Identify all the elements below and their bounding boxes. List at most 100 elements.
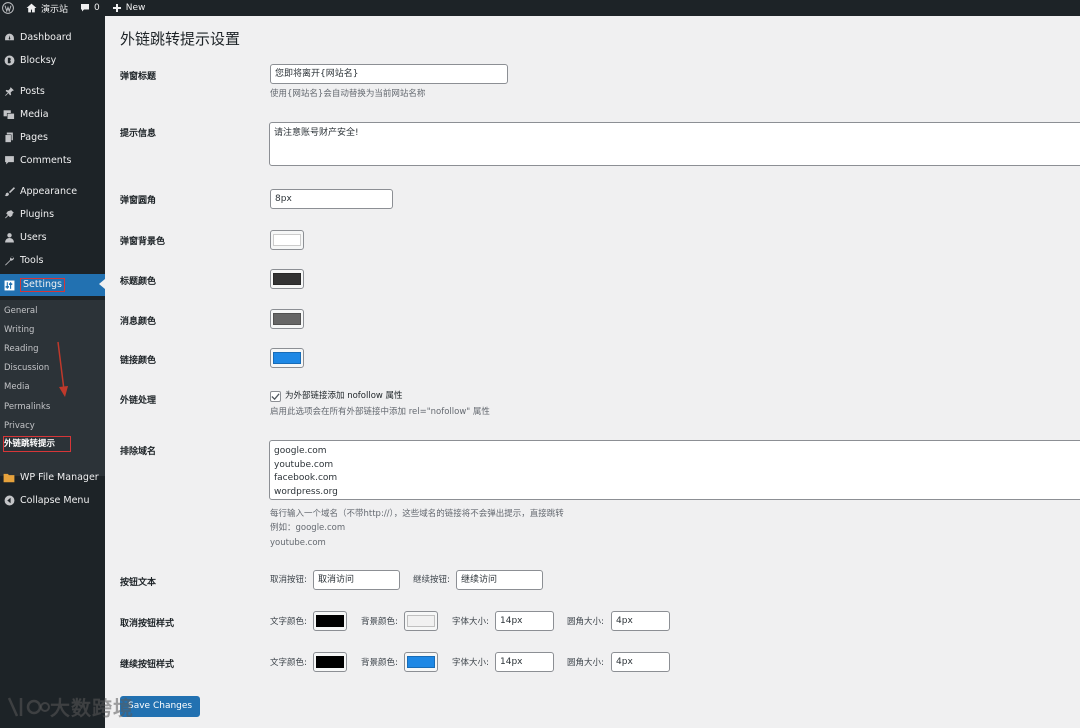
sidebar-item-settings[interactable]: Settings — [0, 274, 105, 296]
cancel-bg-color-label: 背景颜色: — [361, 617, 398, 627]
message-label: 提示信息 — [120, 129, 157, 139]
submenu-item-reading[interactable]: Reading — [4, 343, 39, 355]
comments-icon — [3, 155, 15, 167]
submenu-item-discussion[interactable]: Discussion — [4, 362, 49, 374]
exclude-domains-textarea[interactable]: google.com youtube.com facebook.com word… — [269, 440, 1080, 500]
color-swatch — [273, 352, 301, 364]
color-swatch — [316, 656, 344, 668]
sidebar-item-label: Tools — [20, 255, 44, 266]
admin-sidebar: Dashboard Blocksy Posts Media Pages Comm… — [0, 16, 105, 728]
cancel-btn-text-input[interactable]: 取消访问 — [313, 570, 400, 590]
sidebar-item-label: Blocksy — [20, 55, 57, 66]
title-color-picker[interactable] — [270, 269, 304, 289]
dashboard-icon — [3, 32, 15, 44]
submenu-item-writing[interactable]: Writing — [4, 324, 34, 336]
continue-radius-input[interactable]: 4px — [611, 652, 670, 672]
sidebar-item-posts[interactable]: Posts — [0, 81, 105, 102]
message-textarea[interactable]: 请注意账号财产安全! — [269, 122, 1080, 166]
sidebar-item-label: Appearance — [20, 186, 78, 197]
continue-style-label: 继续按钮样式 — [120, 660, 175, 670]
sidebar-item-plugins[interactable]: Plugins — [0, 204, 105, 225]
sidebar-item-pages[interactable]: Pages — [0, 127, 105, 148]
wordpress-logo-icon[interactable] — [0, 0, 16, 16]
submenu-item-privacy[interactable]: Privacy — [4, 420, 35, 432]
color-swatch — [273, 234, 301, 246]
submenu-item-general[interactable]: General — [4, 305, 38, 317]
title-color-label: 标题颜色 — [120, 277, 157, 287]
cancel-btn-text-label: 取消按钮: — [270, 575, 307, 585]
radius-label: 弹窗圆角 — [120, 196, 157, 206]
cancel-text-color-label: 文字颜色: — [270, 617, 307, 627]
sidebar-item-label: Posts — [20, 86, 45, 97]
pages-icon — [3, 132, 15, 144]
msg-color-picker[interactable] — [270, 309, 304, 329]
cancel-radius-input[interactable]: 4px — [611, 611, 670, 631]
sidebar-item-label: Pages — [20, 132, 48, 143]
continue-btn-text-input[interactable]: 继续访问 — [456, 570, 543, 590]
settings-icon — [3, 279, 15, 291]
sidebar-item-label: Settings — [20, 278, 65, 292]
blocksy-icon — [3, 55, 15, 67]
cancel-style-label: 取消按钮样式 — [120, 619, 175, 629]
collapse-icon — [3, 495, 15, 507]
site-name-link[interactable]: 演示站 — [20, 0, 74, 16]
submenu-item-permalinks[interactable]: Permalinks — [4, 401, 50, 413]
exclude-label: 排除域名 — [120, 447, 157, 457]
cancel-text-color-picker[interactable] — [313, 611, 347, 631]
nofollow-checkbox[interactable] — [270, 391, 281, 402]
continue-text-color-picker[interactable] — [313, 652, 347, 672]
cancel-font-size-input[interactable]: 14px — [495, 611, 554, 631]
media-icon — [3, 109, 15, 121]
submenu-item-media[interactable]: Media — [4, 381, 30, 393]
continue-text-color-label: 文字颜色: — [270, 658, 307, 668]
folder-icon — [3, 472, 15, 484]
submenu-item-redirect-notice[interactable]: 外链跳转提示 — [3, 436, 71, 452]
color-swatch — [407, 656, 435, 668]
continue-bg-color-label: 背景颜色: — [361, 658, 398, 668]
nofollow-description: 启用此选项会在所有外部链接中添加 rel="nofollow" 属性 — [270, 407, 490, 417]
continue-font-size-input[interactable]: 14px — [495, 652, 554, 672]
color-swatch — [273, 313, 301, 325]
msg-color-label: 消息颜色 — [120, 317, 157, 327]
color-swatch — [316, 615, 344, 627]
sidebar-item-blocksy[interactable]: Blocksy — [0, 50, 105, 71]
sidebar-item-media[interactable]: Media — [0, 104, 105, 125]
page-title: 外链跳转提示设置 — [120, 30, 241, 48]
color-swatch — [273, 273, 301, 285]
new-content-link[interactable]: New — [106, 0, 152, 16]
plugin-icon — [3, 209, 15, 221]
sidebar-item-appearance[interactable]: Appearance — [0, 181, 105, 202]
sidebar-item-label: Dashboard — [20, 32, 72, 43]
comments-link[interactable]: 0 — [74, 0, 106, 16]
site-name-label: 演示站 — [41, 4, 69, 15]
sidebar-item-label: Comments — [20, 155, 72, 166]
main-content: 外链跳转提示设置 弹窗标题 您即将离开{网站名} 使用{网站名}会自动替换为当前… — [105, 16, 1080, 728]
cancel-bg-color-picker[interactable] — [404, 611, 438, 631]
sidebar-item-comments[interactable]: Comments — [0, 150, 105, 171]
sidebar-item-dashboard[interactable]: Dashboard — [0, 27, 105, 48]
sidebar-item-users[interactable]: Users — [0, 227, 105, 248]
popup-title-input[interactable]: 您即将离开{网站名} — [270, 64, 508, 84]
sidebar-item-label: Collapse Menu — [20, 495, 90, 506]
continue-bg-color-picker[interactable] — [404, 652, 438, 672]
sidebar-item-label: Users — [20, 232, 47, 243]
sidebar-item-wp-file-manager[interactable]: WP File Manager — [0, 467, 105, 488]
bg-color-picker[interactable] — [270, 230, 304, 250]
exclude-example-2: youtube.com — [270, 538, 326, 548]
watermark-logo-icon — [7, 696, 50, 717]
button-text-label: 按钮文本 — [120, 578, 157, 588]
nofollow-label[interactable]: 为外部链接添加 nofollow 属性 — [285, 389, 403, 404]
continue-font-size-label: 字体大小: — [452, 658, 489, 668]
sidebar-item-collapse-menu[interactable]: Collapse Menu — [0, 490, 105, 511]
comments-count: 0 — [94, 3, 100, 13]
link-color-picker[interactable] — [270, 348, 304, 368]
sidebar-item-label: WP File Manager — [20, 472, 99, 483]
sidebar-item-tools[interactable]: Tools — [0, 250, 105, 271]
radius-input[interactable]: 8px — [270, 189, 393, 209]
sidebar-item-label: Plugins — [20, 209, 55, 220]
brush-icon — [3, 186, 15, 198]
popup-title-label: 弹窗标题 — [120, 72, 157, 82]
admin-bar: 演示站 0 New — [0, 0, 1080, 16]
external-label: 外链处理 — [120, 396, 157, 406]
home-icon — [26, 3, 37, 13]
